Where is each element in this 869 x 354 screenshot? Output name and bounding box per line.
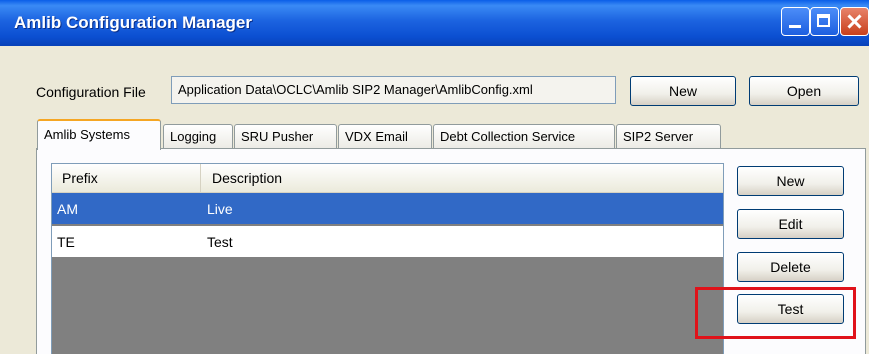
- list-header: Prefix Description: [52, 164, 723, 193]
- tab-vdx-email[interactable]: VDX Email: [338, 124, 432, 148]
- tab-amlib-systems[interactable]: Amlib Systems: [37, 119, 161, 150]
- column-header-prefix[interactable]: Prefix: [52, 164, 201, 192]
- configuration-file-label: Configuration File: [36, 84, 146, 100]
- tab-debt-collection-service[interactable]: Debt Collection Service: [433, 124, 615, 148]
- minimize-icon: [789, 25, 801, 28]
- table-row[interactable]: TE Test: [52, 226, 723, 257]
- open-config-button[interactable]: Open: [749, 76, 859, 106]
- delete-system-button[interactable]: Delete: [737, 252, 844, 282]
- configuration-file-path-field[interactable]: Application Data\OCLC\Amlib SIP2 Manager…: [171, 76, 616, 104]
- highlight-annotation-box: [695, 287, 856, 339]
- maximize-button[interactable]: [810, 7, 839, 36]
- config-manager-window: Amlib Configuration Manager Configuratio…: [0, 0, 869, 354]
- close-icon: [841, 8, 868, 35]
- row-description: Live: [207, 201, 233, 217]
- maximize-icon: [817, 14, 830, 27]
- amlib-systems-list[interactable]: Prefix Description AM Live TE Test: [51, 163, 724, 354]
- row-prefix: TE: [57, 234, 75, 250]
- row-description: Test: [207, 234, 233, 250]
- new-system-button[interactable]: New: [737, 166, 844, 196]
- new-config-button[interactable]: New: [630, 76, 736, 106]
- table-row[interactable]: AM Live: [52, 193, 723, 224]
- edit-system-button[interactable]: Edit: [737, 209, 844, 239]
- minimize-button[interactable]: [781, 7, 810, 36]
- window-title: Amlib Configuration Manager: [14, 13, 252, 32]
- title-bar[interactable]: Amlib Configuration Manager: [0, 0, 869, 46]
- column-header-description[interactable]: Description: [202, 164, 723, 192]
- tab-sru-pusher[interactable]: SRU Pusher: [234, 124, 337, 148]
- tab-logging[interactable]: Logging: [163, 124, 233, 148]
- tab-sip2-server[interactable]: SIP2 Server: [616, 124, 721, 148]
- row-prefix: AM: [57, 201, 78, 217]
- close-button[interactable]: [840, 7, 869, 36]
